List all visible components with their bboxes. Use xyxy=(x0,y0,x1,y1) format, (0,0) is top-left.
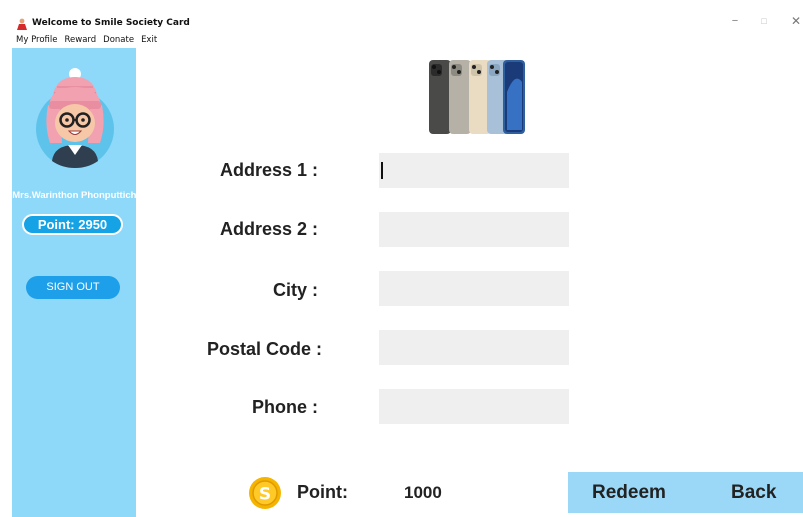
product-image xyxy=(421,52,533,138)
title-bar: Welcome to Smile Society Card − □ ✕ xyxy=(0,0,803,34)
coin-letter: S xyxy=(259,485,271,505)
point-cost-value: 1000 xyxy=(404,483,442,502)
menu-donate[interactable]: Donate xyxy=(103,34,134,46)
address1-input[interactable] xyxy=(379,153,569,188)
minimize-button[interactable]: − xyxy=(724,12,746,30)
address2-input[interactable] xyxy=(379,212,569,247)
app-icon xyxy=(17,18,27,30)
close-button[interactable]: ✕ xyxy=(785,12,803,30)
redeem-button[interactable]: Redeem xyxy=(592,482,666,504)
sidebar: Mrs.Warinthon Phonputticha Point: 2950 S… xyxy=(12,48,136,517)
user-name: Mrs.Warinthon Phonputticha xyxy=(12,190,136,201)
back-button[interactable]: Back xyxy=(731,482,776,504)
phone-input[interactable] xyxy=(379,389,569,424)
window-title: Welcome to Smile Society Card xyxy=(32,18,190,28)
point-label: Point: xyxy=(297,482,348,502)
address2-label: Address 2 : xyxy=(219,219,318,239)
menu-reward[interactable]: Reward xyxy=(65,34,97,46)
address1-label: Address 1 : xyxy=(219,160,318,180)
postal-code-label: Postal Code : xyxy=(206,339,322,359)
city-label: City : xyxy=(273,280,318,300)
points-badge: Point: 2950 xyxy=(22,214,123,235)
menu-my-profile[interactable]: My Profile xyxy=(16,34,58,46)
menu-exit[interactable]: Exit xyxy=(141,34,157,46)
avatar-icon xyxy=(36,68,114,168)
city-input[interactable] xyxy=(379,271,569,306)
menu-bar: My Profile Reward Donate Exit xyxy=(16,34,157,46)
maximize-button[interactable]: □ xyxy=(753,12,775,30)
text-caret xyxy=(381,162,383,179)
sign-out-button[interactable]: SIGN OUT xyxy=(26,276,120,299)
phone-label: Phone : xyxy=(252,397,318,417)
coin-icon: S xyxy=(249,477,281,509)
postal-code-input[interactable] xyxy=(379,330,569,365)
